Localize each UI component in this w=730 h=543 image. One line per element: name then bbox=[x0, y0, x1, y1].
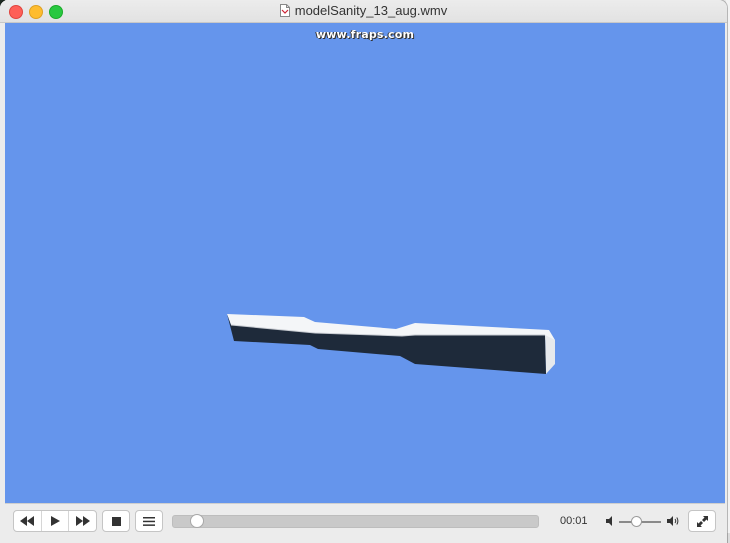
volume-high-icon[interactable] bbox=[667, 516, 679, 526]
seek-knob[interactable] bbox=[190, 514, 204, 528]
elapsed-time: 00:01 bbox=[560, 515, 588, 527]
video-area[interactable]: www.fraps.com bbox=[5, 23, 725, 503]
playlist-icon bbox=[143, 516, 155, 526]
play-button[interactable] bbox=[42, 511, 70, 531]
title-bar[interactable]: modelSanity_13_aug.wmv bbox=[0, 0, 727, 23]
transport-buttons bbox=[13, 510, 97, 532]
fullscreen-icon bbox=[696, 515, 708, 527]
fullscreen-button[interactable] bbox=[688, 510, 716, 532]
stop-button[interactable] bbox=[102, 510, 130, 532]
volume-low-icon[interactable] bbox=[606, 516, 615, 526]
rewind-button[interactable] bbox=[14, 511, 42, 531]
fast-forward-icon bbox=[75, 516, 90, 526]
play-icon bbox=[50, 516, 60, 526]
playback-controls: 00:01 bbox=[5, 503, 725, 540]
window-title-container: modelSanity_13_aug.wmv bbox=[0, 3, 727, 18]
playlist-button[interactable] bbox=[135, 510, 163, 532]
stop-icon bbox=[111, 516, 121, 526]
3d-model-bar bbox=[227, 314, 555, 374]
media-player-window: modelSanity_13_aug.wmv www.fraps.com 00:… bbox=[0, 0, 727, 543]
window-title: modelSanity_13_aug.wmv bbox=[294, 3, 448, 18]
model-end-face bbox=[545, 335, 555, 374]
volume-knob[interactable] bbox=[631, 516, 642, 527]
rewind-icon bbox=[20, 516, 35, 526]
fast-forward-button[interactable] bbox=[69, 511, 96, 531]
seek-bar[interactable] bbox=[172, 515, 539, 528]
document-icon bbox=[279, 4, 290, 17]
